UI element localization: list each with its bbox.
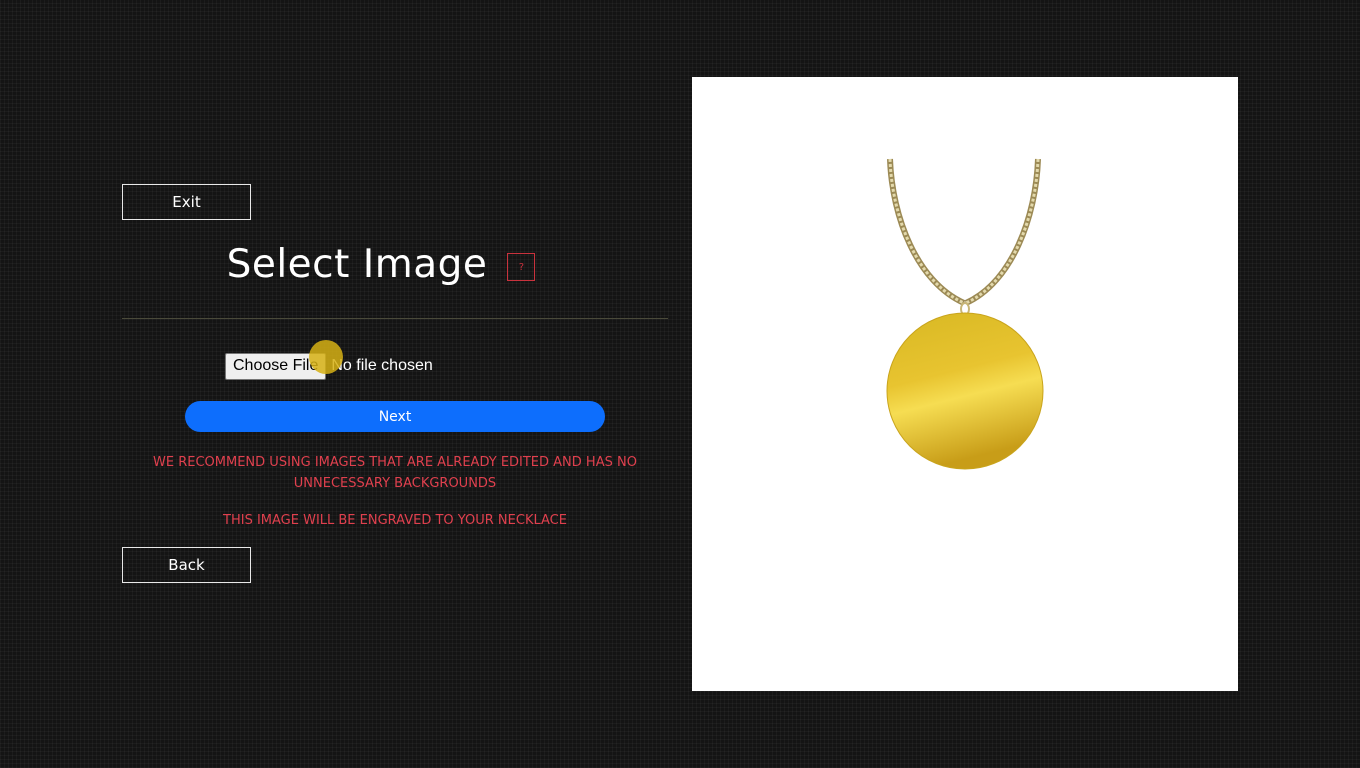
file-input[interactable]: Choose File No file chosen <box>225 339 433 380</box>
engrave-note: THIS IMAGE WILL BE ENGRAVED TO YOUR NECK… <box>223 513 567 528</box>
exit-button[interactable]: Exit <box>122 184 251 220</box>
necklace-icon <box>886 158 1044 470</box>
back-button[interactable]: Back <box>122 547 251 583</box>
help-button[interactable]: ? <box>507 253 536 281</box>
image-selection-panel: Exit Select Image ? Choose File No file … <box>122 184 668 604</box>
recommendation-note: WE RECOMMEND USING IMAGES THAT ARE ALREA… <box>153 455 637 491</box>
next-button[interactable]: Next <box>185 401 605 432</box>
divider <box>122 318 668 319</box>
file-status-text: No file chosen <box>331 357 433 374</box>
choose-file-label: Choose File <box>233 357 319 374</box>
page-title: Select Image <box>226 241 488 287</box>
title-row: Select Image ? <box>122 236 668 292</box>
choose-file-button[interactable]: Choose File <box>225 339 343 380</box>
necklace-preview <box>692 77 1238 691</box>
